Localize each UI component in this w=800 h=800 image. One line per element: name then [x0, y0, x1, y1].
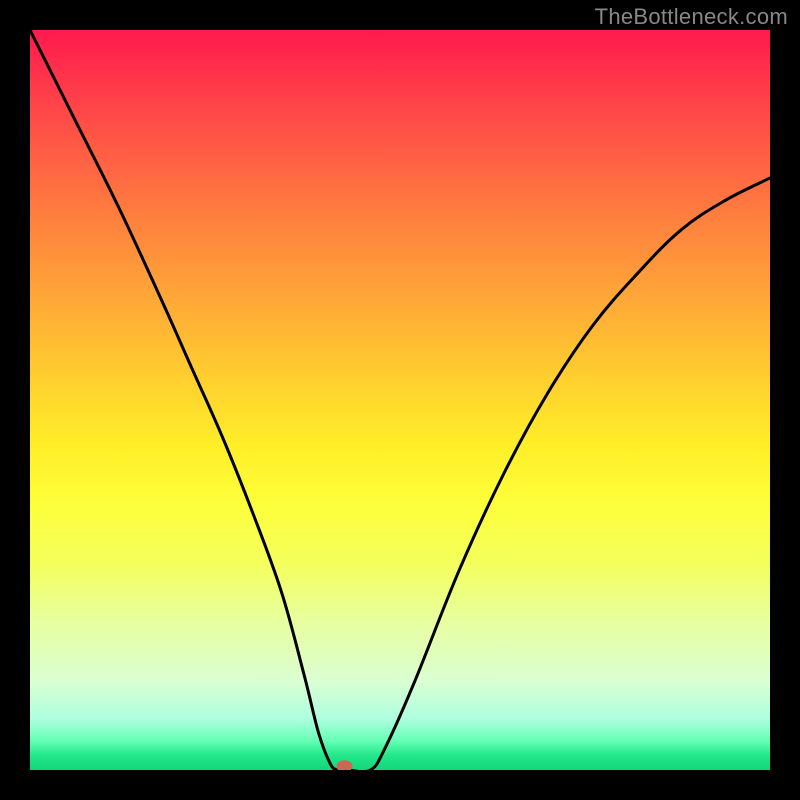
chart-svg — [30, 30, 770, 770]
chart-frame: TheBottleneck.com — [0, 0, 800, 800]
optimum-marker — [337, 760, 353, 770]
plot-area — [30, 30, 770, 770]
bottleneck-curve — [30, 30, 770, 770]
watermark-text: TheBottleneck.com — [595, 4, 788, 30]
